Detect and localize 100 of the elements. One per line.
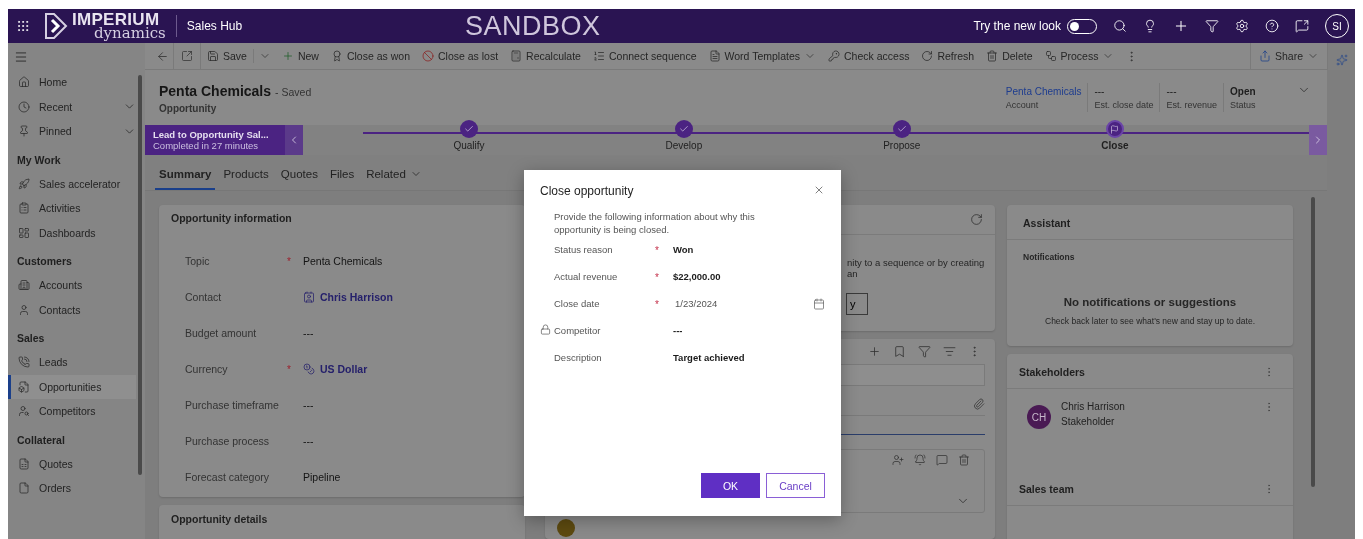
header-field-value: --- (1166, 85, 1178, 98)
field-label: Forecast category (185, 471, 271, 483)
nav-item[interactable]: Opportunities (8, 374, 136, 399)
form-tab[interactable]: Quotes (276, 168, 322, 190)
field-value-link[interactable]: Chris Harrison (303, 291, 393, 303)
lightbulb-icon[interactable] (1143, 19, 1157, 33)
next-stage-button[interactable] (1309, 125, 1327, 155)
form-tab[interactable]: Products (219, 168, 273, 190)
command-button[interactable]: Connect sequence (586, 44, 703, 68)
refresh-icon[interactable] (970, 213, 983, 226)
ok-button[interactable]: OK (701, 473, 760, 498)
form-tab[interactable]: Related (362, 168, 426, 190)
dashboard-icon (18, 226, 30, 239)
field-label: Description (554, 352, 603, 363)
app-title[interactable]: Sales Hub (175, 15, 243, 37)
nav-item[interactable]: Orders (8, 476, 136, 501)
paperclip-icon[interactable] (973, 397, 985, 410)
nav-item[interactable]: Competitors (8, 399, 136, 424)
nav-item[interactable]: Quotes (8, 451, 136, 476)
scrollbar[interactable] (138, 75, 142, 475)
trash-icon[interactable] (958, 454, 970, 466)
scrollbar[interactable] (1311, 197, 1315, 487)
required-mark: * (655, 271, 659, 283)
header-field-label: Est. revenue (1166, 100, 1217, 110)
required-mark: * (655, 298, 659, 310)
command-button[interactable]: Recalculate (504, 44, 587, 68)
nav-item[interactable]: Home (8, 70, 136, 95)
plus-icon[interactable] (1173, 18, 1189, 34)
nav-section-title: Customers (16, 254, 73, 269)
share-icon (1259, 50, 1271, 62)
document-icon (18, 482, 30, 495)
previous-stage-button[interactable] (285, 125, 303, 155)
calendar-icon (813, 297, 825, 310)
stage-label[interactable]: Propose (883, 140, 921, 151)
command-button[interactable]: Close as lost (416, 44, 505, 68)
save-icon (207, 50, 219, 62)
key-icon (828, 50, 841, 62)
sequence-button[interactable]: y (846, 293, 868, 315)
lock-icon (540, 324, 551, 335)
field-value[interactable]: Target achieved (673, 352, 825, 363)
command-button[interactable]: Refresh (915, 44, 981, 68)
nav-item[interactable]: Sales accelerator (8, 171, 136, 196)
nav-item[interactable]: Contacts (8, 297, 136, 322)
nav-item[interactable]: Recent (8, 94, 136, 119)
field-value-link[interactable]: US Dollar (303, 363, 368, 375)
command-button[interactable]: New (275, 44, 325, 68)
header-field-value[interactable]: Penta Chemicals (1005, 85, 1082, 98)
cancel-button[interactable]: Cancel (766, 473, 825, 498)
list-icon[interactable] (943, 345, 956, 358)
app-launcher-icon[interactable] (16, 19, 30, 33)
nav-section-title: Sales (16, 331, 46, 346)
header-field-value: Open (1230, 85, 1257, 98)
process-flyout[interactable]: Lead to Opportunity Sal... Completed in 27 minutes (145, 125, 285, 155)
new-look-label: Try the new look (973, 19, 1061, 33)
card-title: Stakeholders (1019, 366, 1085, 378)
command-button[interactable]: Check access (822, 44, 916, 68)
nav-item[interactable]: Activities (8, 196, 136, 221)
comment-icon[interactable] (936, 454, 948, 466)
nav-item[interactable]: Accounts (8, 273, 136, 298)
process-duration: Completed in 27 minutes (153, 140, 260, 151)
field-value[interactable]: $22,000.00 (673, 271, 825, 282)
bell-icon[interactable] (914, 454, 926, 466)
section-label: Notifications (1022, 251, 1076, 262)
date-field[interactable]: 1/23/2024 (673, 297, 825, 310)
close-button[interactable] (813, 184, 825, 196)
feedback-icon[interactable] (1295, 19, 1309, 33)
command-button[interactable]: Close as won (324, 44, 416, 68)
form-tab[interactable]: Summary (155, 168, 216, 190)
stakeholder-name[interactable]: Chris Harrison (1061, 401, 1253, 412)
stage-label[interactable]: Develop (665, 140, 703, 151)
bookmark-icon[interactable] (893, 345, 906, 358)
stage-label[interactable]: Qualify (453, 140, 485, 151)
nav-item[interactable]: Leads (8, 350, 136, 375)
form-tab[interactable]: Files (325, 168, 359, 190)
menu-icon[interactable] (14, 49, 28, 64)
check-icon (464, 124, 474, 134)
help-icon[interactable] (1265, 19, 1279, 33)
command-button[interactable]: Delete (980, 44, 1039, 68)
header-field-label: Status (1230, 100, 1257, 110)
card-title: Sales team (1019, 483, 1074, 495)
command-button[interactable]: Word Templates (702, 44, 823, 68)
field-value[interactable]: Won (673, 244, 825, 255)
clock-icon (18, 100, 30, 113)
command-button[interactable]: Save (201, 44, 253, 68)
command-button[interactable]: Process (1038, 44, 1121, 68)
field-label: Purchase timeframe (185, 399, 280, 411)
field-label: Competitor (554, 325, 602, 336)
assign-icon[interactable] (892, 454, 904, 466)
required-mark: * (655, 244, 659, 256)
contact-icon (303, 291, 315, 303)
trash-icon (986, 50, 999, 62)
settings-icon[interactable] (1235, 19, 1249, 33)
nav-item[interactable]: Pinned (8, 119, 136, 144)
nav-item[interactable]: Dashboards (8, 220, 136, 245)
stage-label[interactable]: Close (1101, 140, 1129, 151)
search-icon[interactable] (1113, 19, 1127, 33)
plus-icon[interactable] (868, 345, 881, 358)
stage-marker[interactable] (460, 120, 478, 138)
field-label: Status reason (554, 244, 614, 255)
building-icon (18, 279, 30, 292)
